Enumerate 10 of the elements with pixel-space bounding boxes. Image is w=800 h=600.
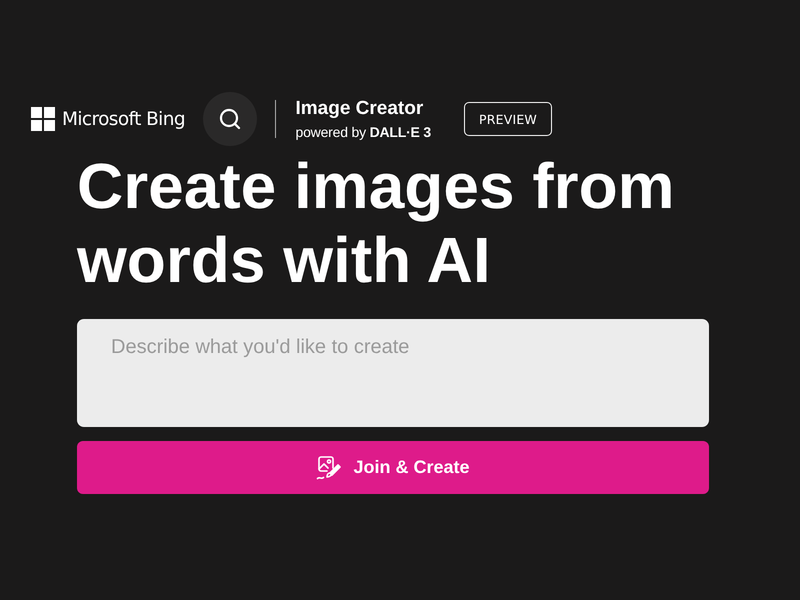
preview-badge: PREVIEW [464, 102, 552, 136]
join-create-button[interactable]: Join & Create [77, 441, 709, 494]
search-icon [218, 107, 242, 131]
product-subtitle: powered by DALL·E 3 [295, 124, 431, 140]
brand-name: Microsoft Bing [62, 108, 185, 130]
image-brush-icon [316, 454, 342, 480]
logo-icon [31, 107, 55, 131]
prompt-field[interactable]: Describe what you'd like to create [77, 319, 709, 427]
page-heading: Create images from words with AI [77, 149, 676, 297]
product-title: Image Creator [295, 98, 424, 120]
